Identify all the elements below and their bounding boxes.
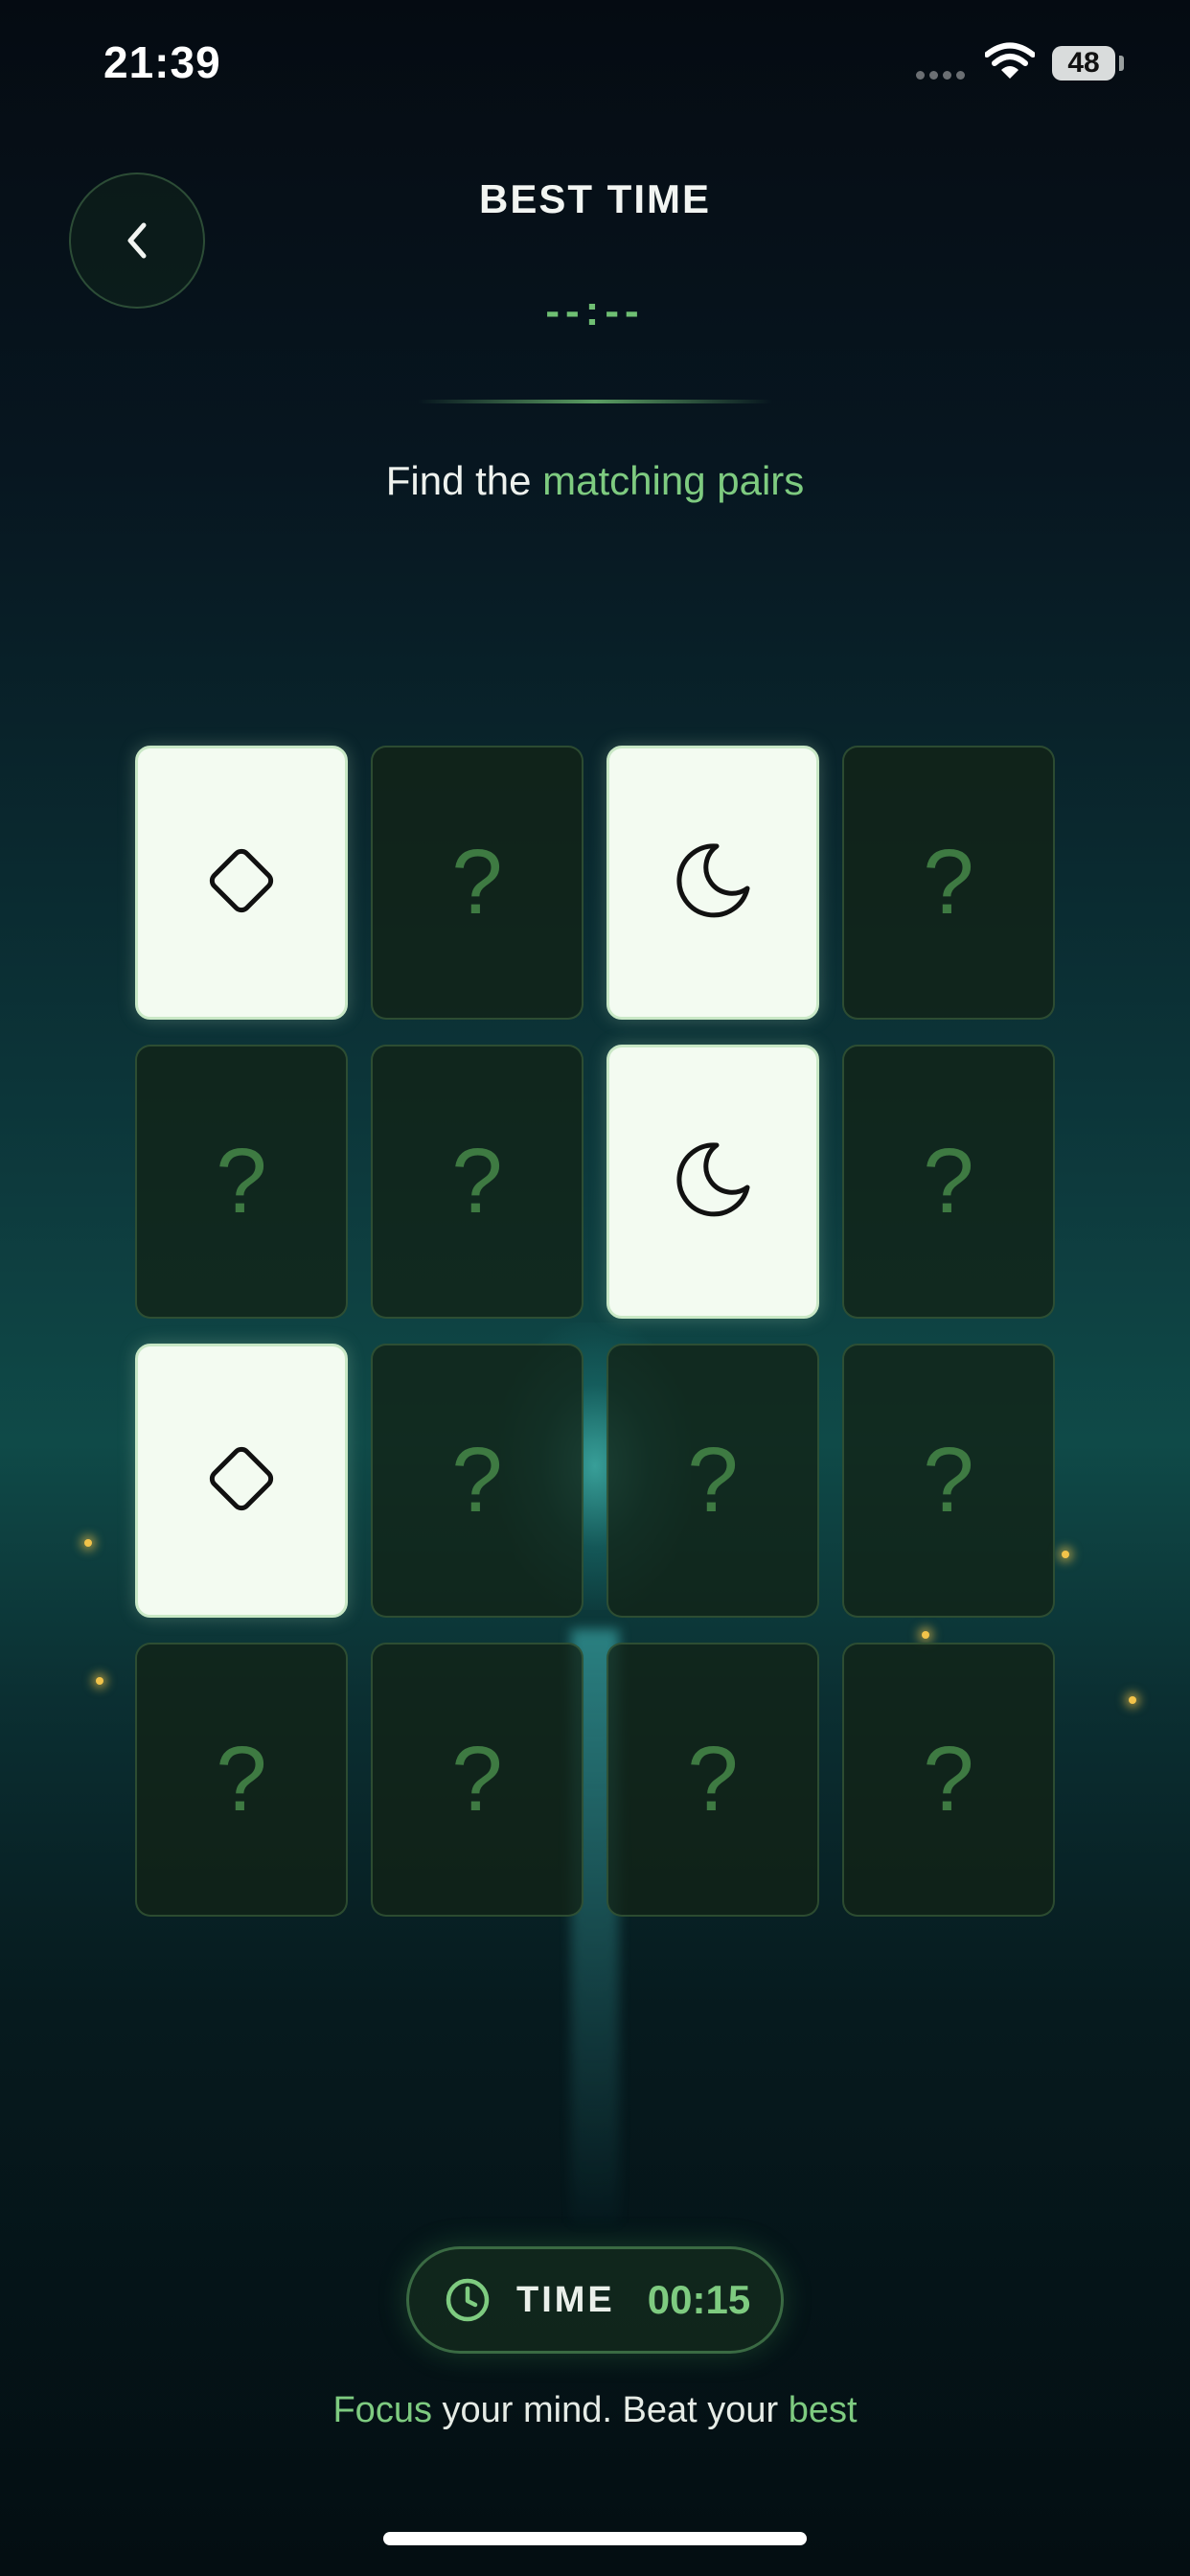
battery-cap — [1119, 56, 1124, 71]
memory-card[interactable]: ? — [371, 1344, 584, 1618]
question-mark-icon: ? — [923, 1429, 974, 1531]
card-grid: ???????????? — [135, 746, 1055, 1919]
instruction-prefix: Find the — [385, 458, 543, 503]
memory-card[interactable]: ? — [135, 1045, 348, 1319]
memory-card[interactable]: ? — [842, 746, 1055, 1020]
question-mark-icon: ? — [451, 1429, 503, 1531]
battery-indicator: 48 — [1052, 46, 1115, 80]
question-mark-icon: ? — [216, 1728, 267, 1830]
clock-icon — [446, 2278, 490, 2322]
question-mark-icon: ? — [923, 1130, 974, 1232]
diamond-icon — [197, 837, 286, 930]
firefly — [96, 1677, 103, 1685]
wifi-icon — [985, 42, 1035, 79]
memory-card[interactable] — [135, 1344, 348, 1618]
moon-icon — [669, 1136, 757, 1229]
tagline: Focus your mind. Beat your best — [0, 2390, 1190, 2431]
firefly — [1062, 1551, 1069, 1558]
firefly — [84, 1539, 92, 1547]
timer-label: TIME — [516, 2279, 615, 2320]
chevron-left-icon — [127, 222, 147, 259]
memory-card[interactable]: ? — [606, 1643, 819, 1917]
memory-card[interactable] — [606, 1045, 819, 1319]
diamond-icon — [197, 1435, 286, 1528]
memory-card[interactable]: ? — [842, 1344, 1055, 1618]
status-time: 21:39 — [103, 37, 221, 87]
question-mark-icon: ? — [451, 1130, 503, 1232]
instruction-highlight: matching pairs — [542, 458, 805, 503]
memory-card[interactable]: ? — [842, 1045, 1055, 1319]
memory-card[interactable]: ? — [371, 1643, 584, 1917]
memory-card[interactable] — [135, 746, 348, 1020]
question-mark-icon: ? — [451, 831, 503, 933]
memory-card[interactable] — [606, 746, 819, 1020]
question-mark-icon: ? — [451, 1728, 503, 1830]
tagline-middle: your mind. Beat your — [431, 2390, 789, 2430]
question-mark-icon: ? — [923, 831, 974, 933]
memory-card[interactable]: ? — [135, 1643, 348, 1917]
question-mark-icon: ? — [923, 1728, 974, 1830]
question-mark-icon: ? — [687, 1429, 739, 1531]
header-divider — [418, 400, 772, 403]
best-time-label: BEST TIME — [478, 176, 711, 221]
firefly — [1129, 1696, 1136, 1704]
memory-card[interactable]: ? — [606, 1344, 819, 1618]
question-mark-icon: ? — [687, 1728, 739, 1830]
memory-card[interactable]: ? — [371, 1045, 584, 1319]
moon-icon — [669, 837, 757, 930]
memory-card[interactable]: ? — [842, 1643, 1055, 1917]
instruction-text: Find the matching pairs — [0, 458, 1190, 504]
home-indicator[interactable] — [383, 2532, 807, 2545]
tagline-best: best — [788, 2390, 858, 2430]
question-mark-icon: ? — [216, 1130, 267, 1232]
memory-card[interactable]: ? — [371, 746, 584, 1020]
timer-pill: TIME 00:15 — [406, 2246, 784, 2354]
tagline-focus: Focus — [332, 2390, 432, 2430]
timer-value: 00:15 — [647, 2277, 751, 2322]
cellular-signal-icon — [916, 71, 965, 80]
best-time-value: --:-- — [545, 288, 645, 334]
